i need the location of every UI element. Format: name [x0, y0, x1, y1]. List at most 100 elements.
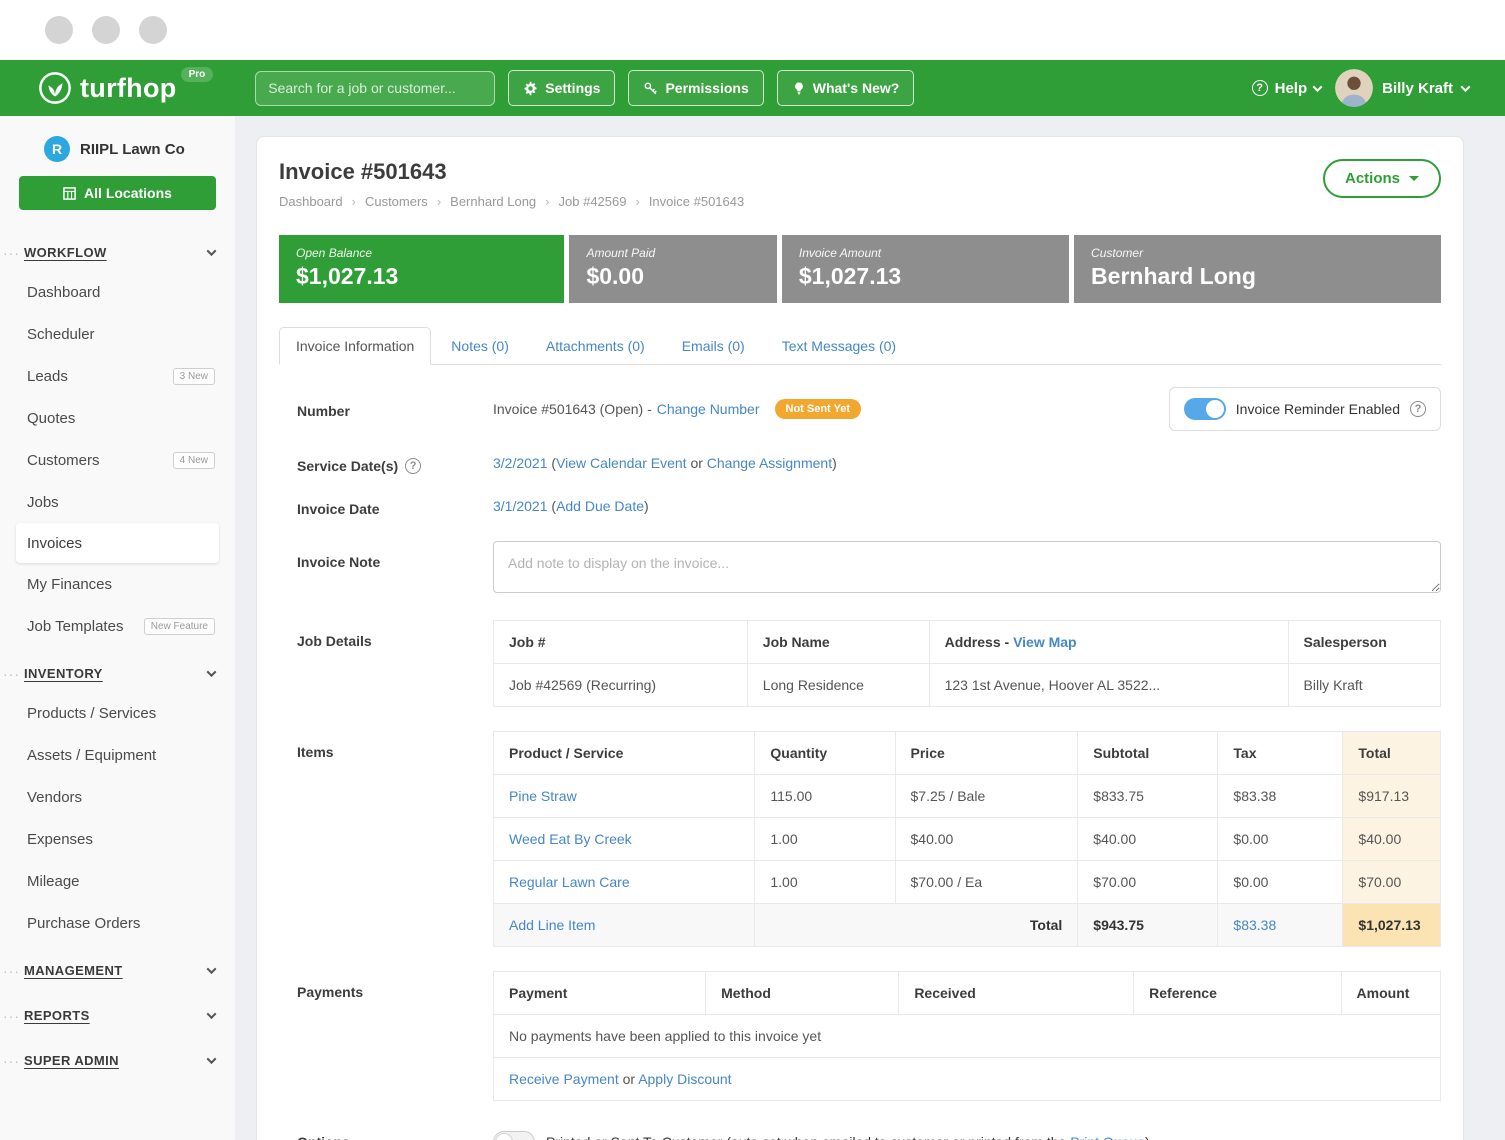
- sidebar-item-mileage[interactable]: Mileage: [0, 860, 235, 902]
- paren: ): [644, 498, 649, 514]
- sidebar-item-job-templates[interactable]: Job TemplatesNew Feature: [0, 605, 235, 647]
- items-grand-total: $1,027.13: [1343, 904, 1441, 947]
- breadcrumb-item[interactable]: Dashboard: [279, 194, 365, 209]
- item-qty-cell: 115.00: [755, 775, 895, 818]
- item-product-cell: Regular Lawn Care: [494, 861, 755, 904]
- help-circle-icon[interactable]: ?: [1410, 401, 1426, 417]
- sidebar-item-label: Purchase Orders: [27, 915, 140, 932]
- invoice-date-link[interactable]: 3/1/2021: [493, 498, 548, 514]
- settings-button[interactable]: Settings: [508, 70, 615, 106]
- section-header-super-admin[interactable]: ··· SUPER ADMIN: [0, 1042, 235, 1079]
- item-product-link[interactable]: Regular Lawn Care: [509, 874, 630, 890]
- permissions-label: Permissions: [665, 80, 748, 96]
- sidebar-item-assets-equipment[interactable]: Assets / Equipment: [0, 734, 235, 776]
- actions-label: Actions: [1345, 170, 1400, 187]
- company-avatar: R: [44, 136, 70, 162]
- items-tax-link[interactable]: $83.38: [1233, 917, 1276, 933]
- stat-amount-paid: Amount Paid $0.00: [569, 235, 776, 303]
- conjunction: or: [690, 455, 702, 471]
- breadcrumb-item[interactable]: Job #42569: [559, 194, 649, 209]
- tab-notes[interactable]: Notes (0): [434, 327, 526, 365]
- section-header-inventory[interactable]: ··· INVENTORY: [0, 655, 235, 692]
- sidebar-item-my-finances[interactable]: My Finances: [0, 563, 235, 605]
- item-product-cell: Pine Straw: [494, 775, 755, 818]
- item-price-cell: $70.00 / Ea: [895, 861, 1078, 904]
- salesperson-header: Salesperson: [1288, 621, 1440, 664]
- sidebar-item-customers[interactable]: Customers4 New: [0, 439, 235, 481]
- printed-sent-toggle[interactable]: [493, 1131, 535, 1140]
- stat-label: Customer: [1091, 246, 1424, 260]
- section-label: WORKFLOW: [24, 245, 107, 260]
- item-product-link[interactable]: Pine Straw: [509, 788, 577, 804]
- actions-button[interactable]: Actions: [1323, 159, 1441, 198]
- all-locations-button[interactable]: All Locations: [19, 176, 216, 210]
- conjunction: or: [623, 1071, 635, 1087]
- sidebar-item-invoices[interactable]: Invoices: [16, 523, 219, 563]
- not-sent-badge: Not Sent Yet: [775, 399, 862, 419]
- help-circle-icon[interactable]: ?: [405, 458, 421, 474]
- section-header-workflow[interactable]: ··· WORKFLOW: [0, 234, 235, 271]
- item-product-link[interactable]: Weed Eat By Creek: [509, 831, 632, 847]
- payments-actions-cell: Receive Payment or Apply Discount: [494, 1058, 1441, 1101]
- change-number-link[interactable]: Change Number: [657, 401, 760, 417]
- drag-handle-icon: ···: [3, 246, 20, 260]
- paren: ): [1145, 1134, 1150, 1140]
- receive-payment-link[interactable]: Receive Payment: [509, 1071, 619, 1087]
- item-total-cell: $917.13: [1343, 775, 1441, 818]
- items-tax-cell: $83.38: [1218, 904, 1343, 947]
- item-row: Regular Lawn Care 1.00 $70.00 / Ea $70.0…: [494, 861, 1441, 904]
- invoice-note-input[interactable]: [493, 541, 1441, 593]
- add-line-item-link[interactable]: Add Line Item: [509, 917, 595, 933]
- view-map-link[interactable]: View Map: [1013, 634, 1077, 650]
- sidebar-item-quotes[interactable]: Quotes: [0, 397, 235, 439]
- item-qty-cell: 1.00: [755, 818, 895, 861]
- whats-new-button[interactable]: What's New?: [777, 70, 915, 106]
- help-menu[interactable]: ? Help: [1252, 80, 1322, 97]
- tab-text-messages[interactable]: Text Messages (0): [765, 327, 913, 365]
- chevron-down-icon: [207, 246, 217, 256]
- sidebar-item-dashboard[interactable]: Dashboard: [0, 271, 235, 313]
- window-control-dot[interactable]: [139, 16, 167, 44]
- window-control-dot[interactable]: [45, 16, 73, 44]
- permissions-button[interactable]: Permissions: [628, 70, 763, 106]
- tab-emails[interactable]: Emails (0): [665, 327, 762, 365]
- sidebar-item-products-services[interactable]: Products / Services: [0, 692, 235, 734]
- sidebar-item-leads[interactable]: Leads3 New: [0, 355, 235, 397]
- window-control-dot[interactable]: [92, 16, 120, 44]
- breadcrumb-item[interactable]: Customers: [365, 194, 450, 209]
- section-header-reports[interactable]: ··· REPORTS: [0, 997, 235, 1034]
- search-input[interactable]: [255, 71, 495, 106]
- address-header: Address - View Map: [929, 621, 1288, 664]
- section-header-management[interactable]: ··· MANAGEMENT: [0, 952, 235, 989]
- settings-label: Settings: [545, 80, 600, 96]
- sidebar-item-label: Vendors: [27, 789, 82, 806]
- view-calendar-event-link[interactable]: View Calendar Event: [556, 455, 686, 471]
- breadcrumb-item[interactable]: Bernhard Long: [450, 194, 558, 209]
- print-queue-link[interactable]: Print Queue: [1070, 1134, 1145, 1140]
- user-menu[interactable]: Billy Kraft: [1335, 69, 1469, 107]
- payments-empty-message: No payments have been applied to this in…: [494, 1015, 1441, 1058]
- items-subtotal-value: $943.75: [1078, 904, 1218, 947]
- sidebar-item-vendors[interactable]: Vendors: [0, 776, 235, 818]
- caret-down-icon: [1409, 176, 1419, 181]
- gear-icon: [523, 81, 538, 96]
- received-header: Received: [899, 972, 1134, 1015]
- add-due-date-link[interactable]: Add Due Date: [556, 498, 644, 514]
- item-total-cell: $40.00: [1343, 818, 1441, 861]
- tab-attachments[interactable]: Attachments (0): [529, 327, 662, 365]
- tab-invoice-information[interactable]: Invoice Information: [279, 327, 431, 365]
- stat-label: Open Balance: [296, 246, 547, 260]
- brand-name: turfhop: [80, 75, 177, 102]
- company-name: RIIPL Lawn Co: [80, 141, 185, 158]
- service-date-link[interactable]: 3/2/2021: [493, 455, 548, 471]
- job-salesperson-cell: Billy Kraft: [1288, 664, 1440, 707]
- sidebar-item-purchase-orders[interactable]: Purchase Orders: [0, 902, 235, 944]
- change-assignment-link[interactable]: Change Assignment: [707, 455, 832, 471]
- price-header: Price: [895, 732, 1078, 775]
- sidebar-item-expenses[interactable]: Expenses: [0, 818, 235, 860]
- apply-discount-link[interactable]: Apply Discount: [638, 1071, 731, 1087]
- sidebar-item-jobs[interactable]: Jobs: [0, 481, 235, 523]
- sidebar-item-scheduler[interactable]: Scheduler: [0, 313, 235, 355]
- brand-logo[interactable]: turfhop Pro: [38, 71, 213, 105]
- invoice-reminder-toggle[interactable]: [1184, 398, 1226, 420]
